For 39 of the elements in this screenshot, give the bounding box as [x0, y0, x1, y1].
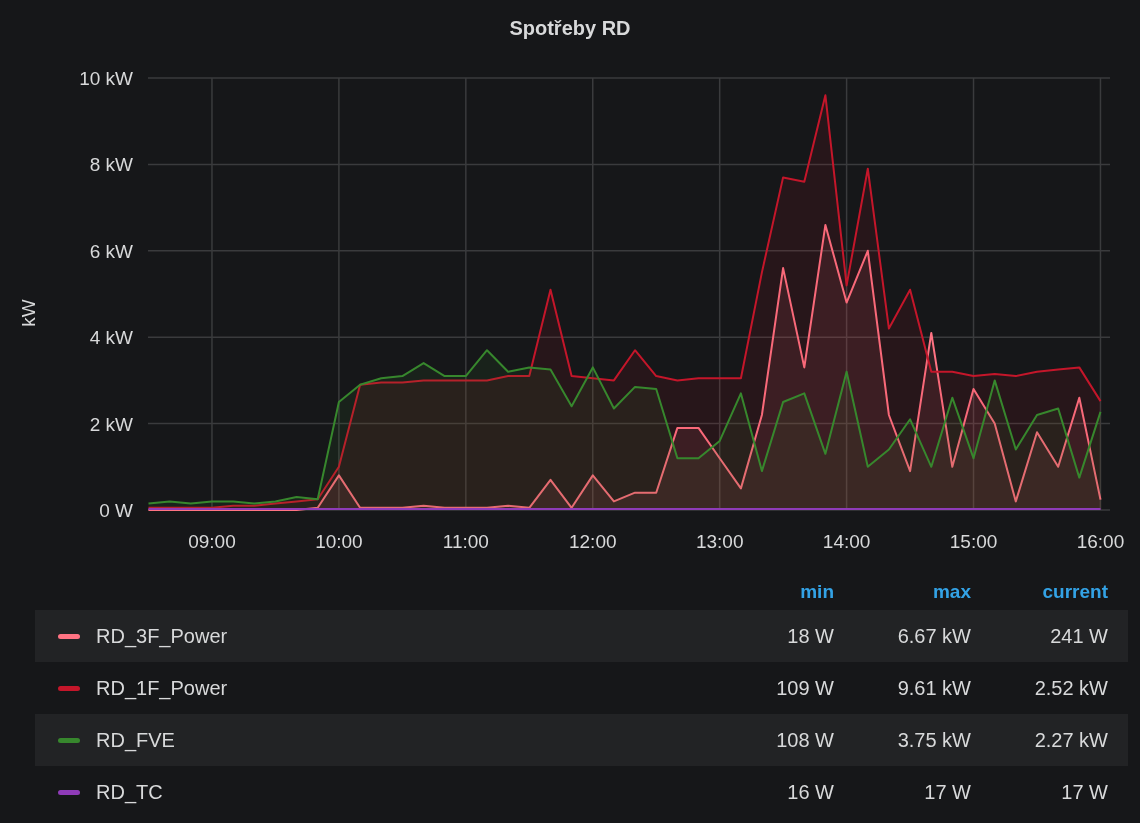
legend-max-value: 6.67 kW	[896, 624, 971, 649]
legend-max-value: 17 W	[923, 780, 971, 805]
y-tick-label: 6 kW	[89, 240, 133, 262]
legend-min-value: 16 W	[786, 780, 834, 805]
x-tick-label: 16:00	[1076, 531, 1125, 552]
legend-current-value: 2.52 kW	[1033, 676, 1109, 701]
legend-column-header: max	[931, 579, 971, 604]
x-tick-label: 11:00	[442, 531, 489, 552]
y-tick-label: 10 kW	[79, 68, 133, 89]
y-tick-label: 4 kW	[89, 327, 133, 349]
y-tick-label: 2 kW	[89, 413, 133, 435]
legend-row[interactable]: RD_1F_Power 109 W 9.61 kW 2.52 kW	[35, 662, 1128, 714]
legend-row[interactable]: RD_TC 16 W 17 W 17 W	[35, 766, 1128, 818]
legend-column-header: current	[1041, 579, 1109, 604]
legend-min-value: 109 W	[775, 676, 834, 701]
x-tick-label: 09:00	[188, 531, 236, 552]
legend-current-value: 17 W	[1060, 780, 1109, 805]
legend-max-value: 9.61 kW	[896, 676, 971, 701]
x-tick-label: 12:00	[569, 531, 617, 552]
x-tick-label: 14:00	[822, 531, 871, 552]
legend-current-value: 2.27 kW	[1033, 728, 1109, 753]
legend-column-header: min	[799, 579, 834, 604]
legend-series-name: RD_TC	[96, 780, 164, 806]
legend-min-value: 108 W	[775, 728, 834, 753]
x-tick-label: 13:00	[695, 531, 744, 552]
legend-series-name: RD_FVE	[96, 728, 176, 754]
y-tick-label: 0 W	[99, 500, 133, 521]
y-axis-label: kW	[18, 299, 39, 327]
legend-max-value: 3.75 kW	[896, 728, 971, 753]
legend-series-name: RD_1F_Power	[96, 676, 229, 702]
x-tick-label: 15:00	[949, 531, 998, 552]
y-tick-label: 8 kW	[89, 154, 133, 176]
legend-current-value: 241 W	[1049, 624, 1109, 649]
x-tick-label: 10:00	[315, 531, 363, 552]
legend-series-name: RD_3F_Power	[96, 624, 229, 650]
legend-min-value: 18 W	[786, 624, 834, 649]
legend-row[interactable]: RD_FVE 108 W 3.75 kW 2.27 kW	[35, 714, 1128, 766]
panel-title: Spotřeby RD	[509, 18, 631, 41]
legend-row[interactable]: RD_3F_Power 18 W 6.67 kW 241 W	[35, 610, 1128, 662]
